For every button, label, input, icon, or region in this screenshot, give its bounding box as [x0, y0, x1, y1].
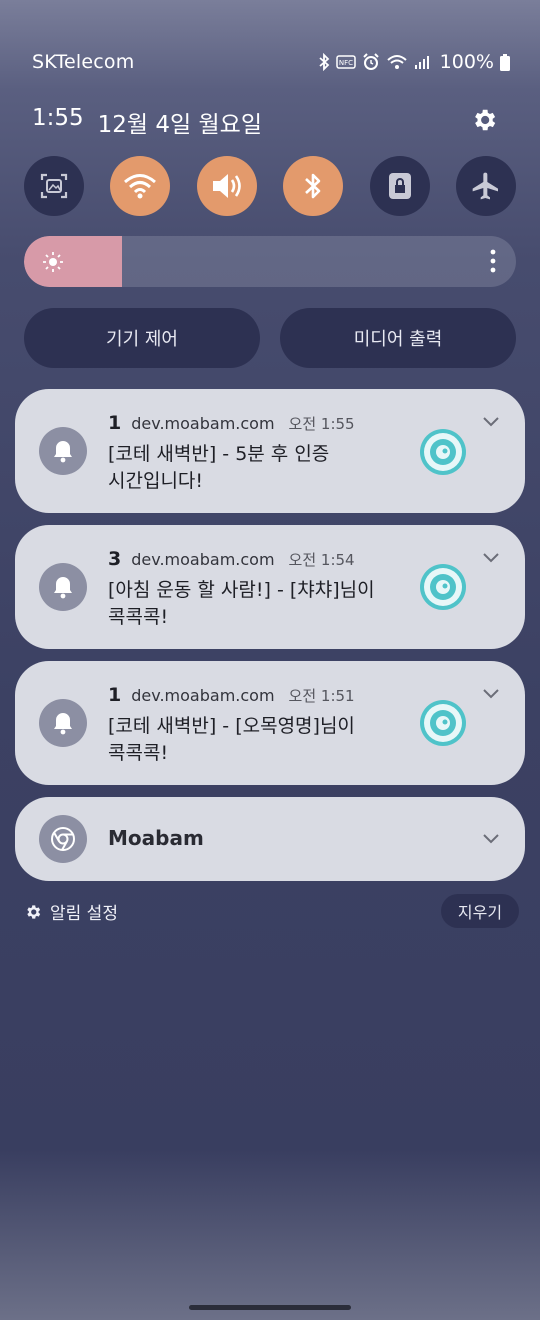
nfc-icon: NFC — [335, 55, 356, 69]
device-control-button[interactable]: 기기 제어 — [24, 308, 260, 368]
notification-header: 1 dev.moabam.com 오전 1:51 — [108, 684, 355, 706]
notification-header: 1 dev.moabam.com 오전 1:55 — [108, 412, 355, 434]
qs-sound[interactable] — [196, 156, 257, 216]
chevron-down-icon[interactable] — [482, 416, 500, 428]
settings-button[interactable] — [468, 104, 500, 136]
svg-text:NFC: NFC — [339, 59, 353, 67]
battery-icon — [500, 53, 510, 71]
media-output-button[interactable]: 미디어 출력 — [280, 308, 516, 368]
speaker-icon — [212, 174, 241, 198]
clock-date[interactable]: 12월 4일 월요일 — [98, 105, 262, 139]
clock-row: 1:55 12월 4일 월요일 — [32, 105, 262, 139]
app-avatar-icon — [420, 564, 466, 610]
notification-header: 3 dev.moabam.com 오전 1:54 — [108, 548, 355, 570]
wifi-icon — [386, 53, 408, 71]
gear-icon — [475, 109, 496, 131]
clock-time[interactable]: 1:55 — [32, 105, 84, 139]
home-indicator[interactable] — [189, 1305, 351, 1310]
notification-card[interactable]: 3 dev.moabam.com 오전 1:54 [아침 운동 할 사람!] -… — [15, 525, 525, 649]
lock-icon — [388, 173, 411, 199]
notification-text: [코테 새벽반] - [오목영명]님이 콕콕콕! — [108, 715, 355, 764]
notification-count: 3 — [108, 548, 122, 570]
battery-percent: 100% — [439, 51, 494, 73]
sun-icon — [42, 251, 64, 277]
bell-icon — [39, 427, 87, 475]
notification-text: [코테 새벽반] - 5분 후 인증 시간입니다! — [108, 443, 330, 492]
chevron-down-icon[interactable] — [482, 552, 500, 564]
bell-icon — [39, 563, 87, 611]
notification-time: 오전 1:51 — [288, 687, 355, 705]
bell-icon — [39, 699, 87, 747]
notification-source: dev.moabam.com — [131, 414, 275, 433]
qs-bluetooth[interactable] — [283, 156, 344, 216]
notification-time: 오전 1:55 — [288, 415, 355, 433]
notification-time: 오전 1:54 — [288, 551, 355, 569]
chevron-down-icon[interactable] — [482, 688, 500, 700]
qs-airplane-mode[interactable] — [455, 156, 516, 216]
app-avatar-icon — [420, 429, 466, 475]
signal-icon — [414, 54, 430, 70]
screenshot-icon — [40, 173, 68, 199]
chrome-icon — [39, 815, 87, 863]
clear-all-button[interactable]: 지우기 — [441, 894, 519, 928]
notification-count: 1 — [108, 684, 122, 706]
brightness-fill — [24, 236, 123, 287]
group-app-name: Moabam — [108, 826, 204, 850]
notification-card[interactable]: 1 dev.moabam.com 오전 1:55 [코테 새벽반] - 5분 후… — [15, 389, 525, 513]
status-icons: NFC 100% — [318, 51, 510, 73]
notification-source: dev.moabam.com — [131, 550, 275, 569]
brightness-slider[interactable] — [24, 236, 516, 287]
quick-settings-row — [24, 156, 516, 216]
airplane-icon — [472, 172, 498, 200]
notification-group-moabam[interactable]: Moabam — [15, 797, 525, 881]
notification-count: 1 — [108, 412, 122, 434]
app-avatar-icon — [420, 700, 466, 746]
chevron-down-icon[interactable] — [482, 833, 500, 845]
notification-text: [아침 운동 할 사람!] - [챠챠]님이 콕콕콕! — [108, 579, 375, 628]
more-options-icon[interactable] — [490, 249, 496, 277]
status-bar: SKTelecom NFC 100% — [0, 0, 540, 120]
notification-settings-link[interactable]: 알림 설정 — [24, 899, 118, 924]
alarm-icon — [362, 53, 380, 71]
carrier-name: SKTelecom — [32, 51, 135, 73]
qs-wifi[interactable] — [110, 156, 171, 216]
qs-screen-capture[interactable] — [24, 156, 84, 216]
notification-source: dev.moabam.com — [131, 686, 275, 705]
bluetooth-icon — [318, 53, 330, 71]
notification-settings-label: 알림 설정 — [50, 904, 118, 924]
bluetooth-icon — [305, 173, 321, 199]
wifi-icon — [124, 174, 157, 199]
qs-rotation-lock[interactable] — [369, 156, 430, 216]
notification-card[interactable]: 1 dev.moabam.com 오전 1:51 [코테 새벽반] - [오목영… — [15, 661, 525, 785]
gear-icon — [27, 904, 41, 919]
